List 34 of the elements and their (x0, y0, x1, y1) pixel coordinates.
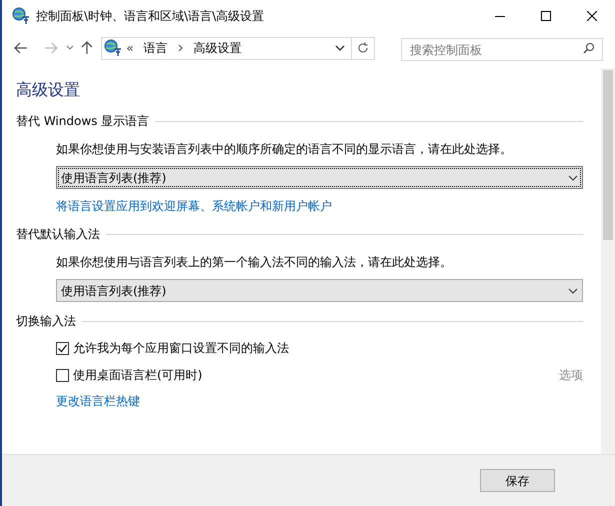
language-dropdown[interactable]: 使用语言列表(推荐) (56, 166, 583, 189)
up-arrow-icon[interactable] (81, 41, 94, 55)
description-text: 如果你想使用与语言列表上的第一个输入法不同的输入法，请在此处选择。 (56, 254, 453, 271)
checkbox-label[interactable]: 允许我为每个应用窗口设置不同的输入法 (73, 339, 583, 357)
chevron-down-icon[interactable] (335, 45, 346, 51)
search-icon (583, 42, 596, 54)
refresh-icon[interactable] (357, 42, 370, 54)
language-dropdown[interactable]: 使用语言列表(推荐) (56, 279, 583, 302)
description-text: 如果你想使用与安装语言列表中的顺序所确定的语言不同的显示语言，请在此处选择。 (56, 141, 513, 158)
settings-link[interactable]: 将语言设置应用到欢迎屏幕、系统帐户和新用户帐户 (56, 197, 332, 215)
checkbox[interactable] (56, 368, 69, 382)
section-title: 切换输入法 (16, 313, 76, 330)
page-heading: 高级设置 (16, 79, 81, 101)
scrollbar[interactable] (601, 68, 615, 454)
overflow-chevrons[interactable]: « (126, 39, 134, 57)
chevron-right-icon (178, 44, 184, 52)
checkbox-label[interactable]: 使用桌面语言栏(可用时) (73, 366, 559, 384)
address-bar[interactable]: « 语言 高级设置 (101, 36, 376, 60)
breadcrumb[interactable]: 语言 (144, 39, 168, 57)
settings-link[interactable]: 更改语言栏热键 (56, 392, 140, 410)
section-title: 替代默认输入法 (16, 226, 100, 243)
chevron-down-icon (568, 288, 578, 294)
checkbox[interactable] (56, 342, 69, 354)
section-title: 替代 Windows 显示语言 (16, 113, 150, 130)
globe-icon (104, 39, 122, 57)
globe-icon (12, 7, 30, 25)
breadcrumb[interactable]: 高级设置 (194, 39, 242, 57)
search-field[interactable]: 搜索控制面板 (401, 38, 604, 61)
back-arrow-icon[interactable] (14, 42, 28, 54)
window-title: 控制面板\时钟、语言和区域\语言\高级设置 (36, 8, 266, 25)
chevron-down-icon (568, 174, 578, 180)
close-icon (587, 11, 597, 21)
maximize-icon (541, 11, 551, 21)
save-button[interactable]: 保存 (480, 469, 555, 492)
